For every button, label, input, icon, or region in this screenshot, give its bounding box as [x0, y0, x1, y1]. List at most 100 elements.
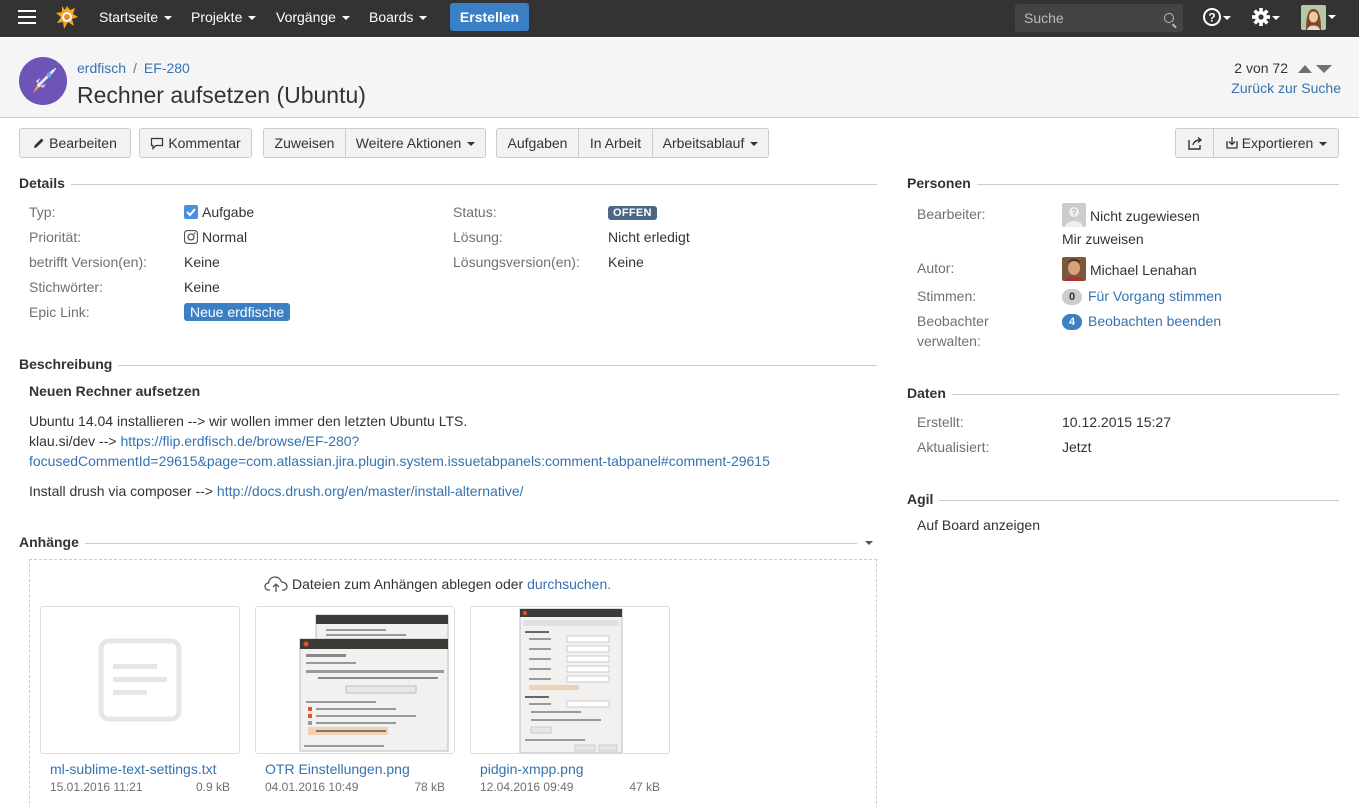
- workflow-menu-button[interactable]: Arbeitsablauf: [652, 129, 768, 157]
- description-text: Install drush via composer -->: [29, 483, 217, 499]
- created-label: Erstellt:: [917, 414, 964, 430]
- people-heading[interactable]: Personen: [907, 175, 977, 191]
- share-icon: [1187, 136, 1202, 150]
- previous-issue-icon[interactable]: [1298, 65, 1312, 74]
- comment-icon: [151, 137, 164, 150]
- assignee-value: ? Nicht zugewiesen: [1062, 203, 1200, 227]
- pager-count: 2 von 72: [1234, 60, 1288, 76]
- attachment-name[interactable]: OTR Einstellungen.png: [265, 761, 410, 777]
- edit-button[interactable]: Bearbeiten: [19, 128, 131, 158]
- attachment-thumbnail[interactable]: [255, 606, 455, 754]
- edit-label: Bearbeiten: [49, 135, 117, 151]
- search-input[interactable]: Suche: [1015, 4, 1183, 32]
- browse-files-link[interactable]: durchsuchen.: [527, 576, 611, 592]
- epic-lozenge[interactable]: Neue erdfische: [184, 303, 291, 321]
- project-avatar[interactable]: [19, 57, 67, 105]
- nav-vorgaenge[interactable]: Vorgänge: [276, 9, 350, 25]
- assignee-label: Bearbeiter:: [917, 206, 986, 222]
- watchers-label-line: verwalten:: [917, 333, 981, 349]
- details-heading[interactable]: Details: [19, 175, 71, 191]
- priority-normal-icon: [183, 229, 199, 245]
- breadcrumb-issue-link[interactable]: EF-280: [144, 60, 190, 76]
- dates-divider: [907, 394, 1339, 395]
- details-divider: [19, 184, 877, 185]
- breadcrumb-project-link[interactable]: erdfisch: [77, 60, 126, 76]
- transition-tasks-button[interactable]: Aufgaben: [497, 129, 578, 157]
- type-label: Typ:: [29, 204, 56, 220]
- attachment-thumbnail[interactable]: [470, 606, 670, 754]
- more-actions-label: Weitere Aktionen: [355, 135, 462, 151]
- transition-in-progress-button[interactable]: In Arbeit: [578, 129, 652, 157]
- description-link[interactable]: https://flip.erdfisch.de/browse/EF-280?: [120, 433, 359, 449]
- nav-startseite[interactable]: Startseite: [99, 9, 173, 25]
- view-on-board-link[interactable]: Auf Board anzeigen: [917, 517, 1040, 533]
- description-line: Ubuntu 14.04 installieren --> wir wollen…: [29, 413, 468, 429]
- app-logo-icon[interactable]: [54, 4, 80, 32]
- reporter-value: Michael Lenahan: [1062, 257, 1197, 281]
- top-navigation-bar: Startseite Projekte Vorgänge Boards Erst…: [0, 0, 1359, 37]
- share-button[interactable]: [1176, 129, 1213, 157]
- workflow-group: Aufgaben In Arbeit Arbeitsablauf: [496, 128, 769, 158]
- export-label: Exportieren: [1241, 135, 1314, 151]
- more-actions-button[interactable]: Weitere Aktionen: [345, 129, 485, 157]
- comment-button[interactable]: Kommentar: [139, 128, 252, 158]
- priority-label: Priorität:: [29, 229, 82, 245]
- attachment-date: 04.01.2016 10:49: [265, 780, 359, 794]
- attachment-item[interactable]: OTR Einstellungen.png 04.01.2016 10:49 78…: [255, 606, 455, 794]
- nav-projekte[interactable]: Projekte: [191, 9, 257, 25]
- export-icon: [1226, 137, 1238, 149]
- attachments-heading[interactable]: Anhänge: [19, 534, 85, 550]
- type-value: Aufgabe: [184, 204, 254, 220]
- attachment-name[interactable]: ml-sublime-text-settings.txt: [50, 761, 216, 777]
- description-link[interactable]: http://docs.drush.org/en/master/install-…: [217, 483, 524, 499]
- vote-link[interactable]: Für Vorgang stimmen: [1088, 288, 1222, 304]
- reporter-avatar[interactable]: [1062, 257, 1086, 281]
- cloud-upload-icon: [264, 576, 288, 592]
- next-issue-icon[interactable]: [1316, 65, 1332, 74]
- labels-value: Keine: [184, 279, 220, 295]
- settings-menu[interactable]: [1252, 6, 1280, 30]
- help-menu[interactable]: ?: [1203, 6, 1231, 30]
- user-avatar: [1301, 5, 1326, 30]
- priority-value: Normal: [183, 229, 247, 245]
- description-line: klau.si/dev --> https://flip.erdfisch.de…: [29, 431, 869, 451]
- description-body[interactable]: Neuen Rechner aufsetzen Ubuntu 14.04 ins…: [29, 381, 869, 501]
- affects-version-value: Keine: [184, 254, 220, 270]
- workflow-label: Arbeitsablauf: [662, 135, 745, 151]
- assign-button[interactable]: Zuweisen: [264, 129, 345, 157]
- status-badge: OFFEN: [608, 206, 657, 220]
- agile-heading[interactable]: Agil: [907, 491, 940, 507]
- attachment-item[interactable]: ml-sublime-text-settings.txt 15.01.2016 …: [40, 606, 240, 794]
- stop-watching-link[interactable]: Beobachten beenden: [1088, 313, 1221, 329]
- attachment-thumbnail[interactable]: [40, 606, 240, 754]
- description-link[interactable]: focusedCommentId=29615&page=com.atlassia…: [29, 453, 770, 469]
- unassigned-avatar-icon: ?: [1062, 203, 1086, 227]
- text-file-icon: [98, 638, 182, 722]
- description-line: Install drush via composer --> http://do…: [29, 481, 869, 501]
- reporter-name: Michael Lenahan: [1090, 262, 1197, 278]
- watchers-count-badge[interactable]: 4: [1062, 314, 1082, 330]
- fix-version-label: Lösungsversion(en):: [453, 254, 580, 270]
- page-title: Rechner aufsetzen (Ubuntu): [77, 82, 366, 108]
- attachment-name[interactable]: pidgin-xmpp.png: [480, 761, 584, 777]
- dropzone-text: Dateien zum Anhängen ablegen oder durchs…: [264, 575, 611, 593]
- screenshot-image: [519, 608, 623, 753]
- issue-pager: 2 von 72: [1234, 60, 1332, 76]
- chevron-down-icon: [467, 142, 476, 147]
- user-menu[interactable]: [1301, 5, 1336, 30]
- created-value: 10.12.2015 15:27: [1062, 414, 1171, 430]
- description-heading[interactable]: Beschreibung: [19, 356, 119, 372]
- create-button[interactable]: Erstellen: [450, 3, 529, 31]
- comment-label: Kommentar: [168, 135, 241, 151]
- help-icon: ?: [1203, 8, 1221, 26]
- dates-heading[interactable]: Daten: [907, 385, 952, 401]
- assign-to-me-link[interactable]: Mir zuweisen: [1062, 231, 1144, 247]
- export-button[interactable]: Exportieren: [1213, 129, 1338, 157]
- attachment-meta: 04.01.2016 10:49 78 kB: [265, 780, 445, 794]
- attachments-options-icon[interactable]: [865, 541, 873, 545]
- menu-icon[interactable]: [18, 10, 36, 26]
- nav-boards[interactable]: Boards: [369, 9, 428, 25]
- back-to-search-link[interactable]: Zurück zur Suche: [1231, 80, 1341, 96]
- description-heading-text: Neuen Rechner aufsetzen: [29, 383, 201, 399]
- attachment-item[interactable]: pidgin-xmpp.png 12.04.2016 09:49 47 kB: [470, 606, 670, 794]
